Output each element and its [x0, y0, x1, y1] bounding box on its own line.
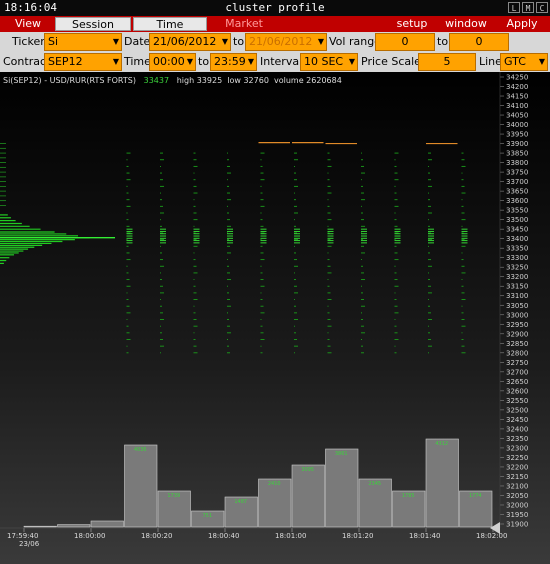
line-label: Line — [479, 55, 502, 68]
menu-market-watch[interactable]: Market Watch — [209, 17, 279, 44]
contract-select[interactable]: SEP12 ▼ — [44, 53, 122, 71]
interval-value: 10 SEC — [304, 55, 344, 68]
title-bar: 18:16:04 cluster profile L M C — [0, 0, 550, 17]
line-select[interactable]: GTC ▼ — [500, 53, 548, 71]
chevron-down-icon: ▼ — [348, 57, 355, 66]
symbol-text: Si(SEP12) - USD/RUR(RTS FORTS) — [3, 76, 136, 85]
chart-area[interactable] — [0, 72, 550, 564]
ticker-label: Ticker — [12, 35, 45, 48]
vol-range-from-field[interactable]: 0 — [375, 33, 435, 51]
toolbar-ticker-row: Ticker Si ▼ Date 21/06/2012 ▼ to 21/06/201… — [0, 32, 550, 52]
apply-button[interactable]: Apply — [502, 17, 542, 31]
menu-session-hours[interactable]: Session Hours — [55, 17, 131, 45]
date-label: Date — [124, 35, 151, 48]
menu-setup[interactable]: setup — [392, 17, 432, 31]
high-text: high 33925 — [176, 76, 223, 85]
window-button-m[interactable]: M — [522, 2, 534, 13]
volume-text: volume 2620684 — [274, 76, 342, 85]
window-title: cluster profile — [225, 1, 325, 14]
vol-range-to-label: to — [437, 35, 449, 48]
last-price: 33437 — [143, 76, 170, 85]
toolbar-contract-row: Contract SEP12 ▼ Time 00:00 ▼ to 23:59 ▼ In… — [0, 52, 550, 72]
contract-value: SEP12 — [48, 55, 83, 68]
ticker-select[interactable]: Si ▼ — [44, 33, 122, 51]
chevron-down-icon: ▼ — [317, 37, 324, 46]
time-to-label: to — [198, 55, 210, 68]
chevron-down-icon: ▼ — [186, 57, 193, 66]
price-scale-field[interactable]: 5 — [418, 53, 476, 71]
vol-range-label: Vol range — [329, 35, 381, 48]
vol-range-to-field[interactable]: 0 — [449, 33, 509, 51]
ticker-value: Si — [48, 35, 59, 48]
menu-window[interactable]: window — [444, 17, 488, 31]
time-to-field[interactable]: 23:59 ▼ — [210, 53, 257, 71]
window-button-c[interactable]: C — [536, 2, 548, 13]
chevron-down-icon: ▼ — [112, 37, 119, 46]
chevron-down-icon: ▼ — [538, 57, 545, 66]
time-from-field[interactable]: 00:00 ▼ — [149, 53, 196, 71]
menu-time-interval[interactable]: Time Interval — [133, 17, 207, 45]
date-from-value: 21/06/2012 — [153, 35, 217, 48]
time-from-value: 00:00 — [153, 55, 185, 68]
interval-label: Interval — [260, 55, 303, 68]
info-line: Si(SEP12) - USD/RUR(RTS FORTS) 33437 hig… — [3, 76, 342, 85]
chevron-down-icon: ▼ — [221, 37, 228, 46]
chevron-down-icon: ▼ — [247, 57, 254, 66]
interval-select[interactable]: 10 SEC ▼ — [300, 53, 358, 71]
low-text: low 32760 — [227, 76, 269, 85]
date-to-field[interactable]: 21/06/2012 ▼ — [245, 33, 327, 51]
date-to-value: 21/06/2012 — [249, 35, 313, 48]
menu-view-dom[interactable]: View DOM — [2, 17, 54, 44]
time-to-value: 23:59 — [214, 55, 246, 68]
price-scale-label: Price Scale — [361, 55, 421, 68]
time-label: Time — [124, 55, 151, 68]
line-value: GTC — [504, 55, 526, 68]
chevron-down-icon: ▼ — [112, 57, 119, 66]
date-from-field[interactable]: 21/06/2012 ▼ — [149, 33, 231, 51]
date-to-label: to — [233, 35, 245, 48]
menu-bar: View DOM Session Hours Time Interval Mar… — [0, 16, 550, 45]
window-button-l[interactable]: L — [508, 2, 520, 13]
